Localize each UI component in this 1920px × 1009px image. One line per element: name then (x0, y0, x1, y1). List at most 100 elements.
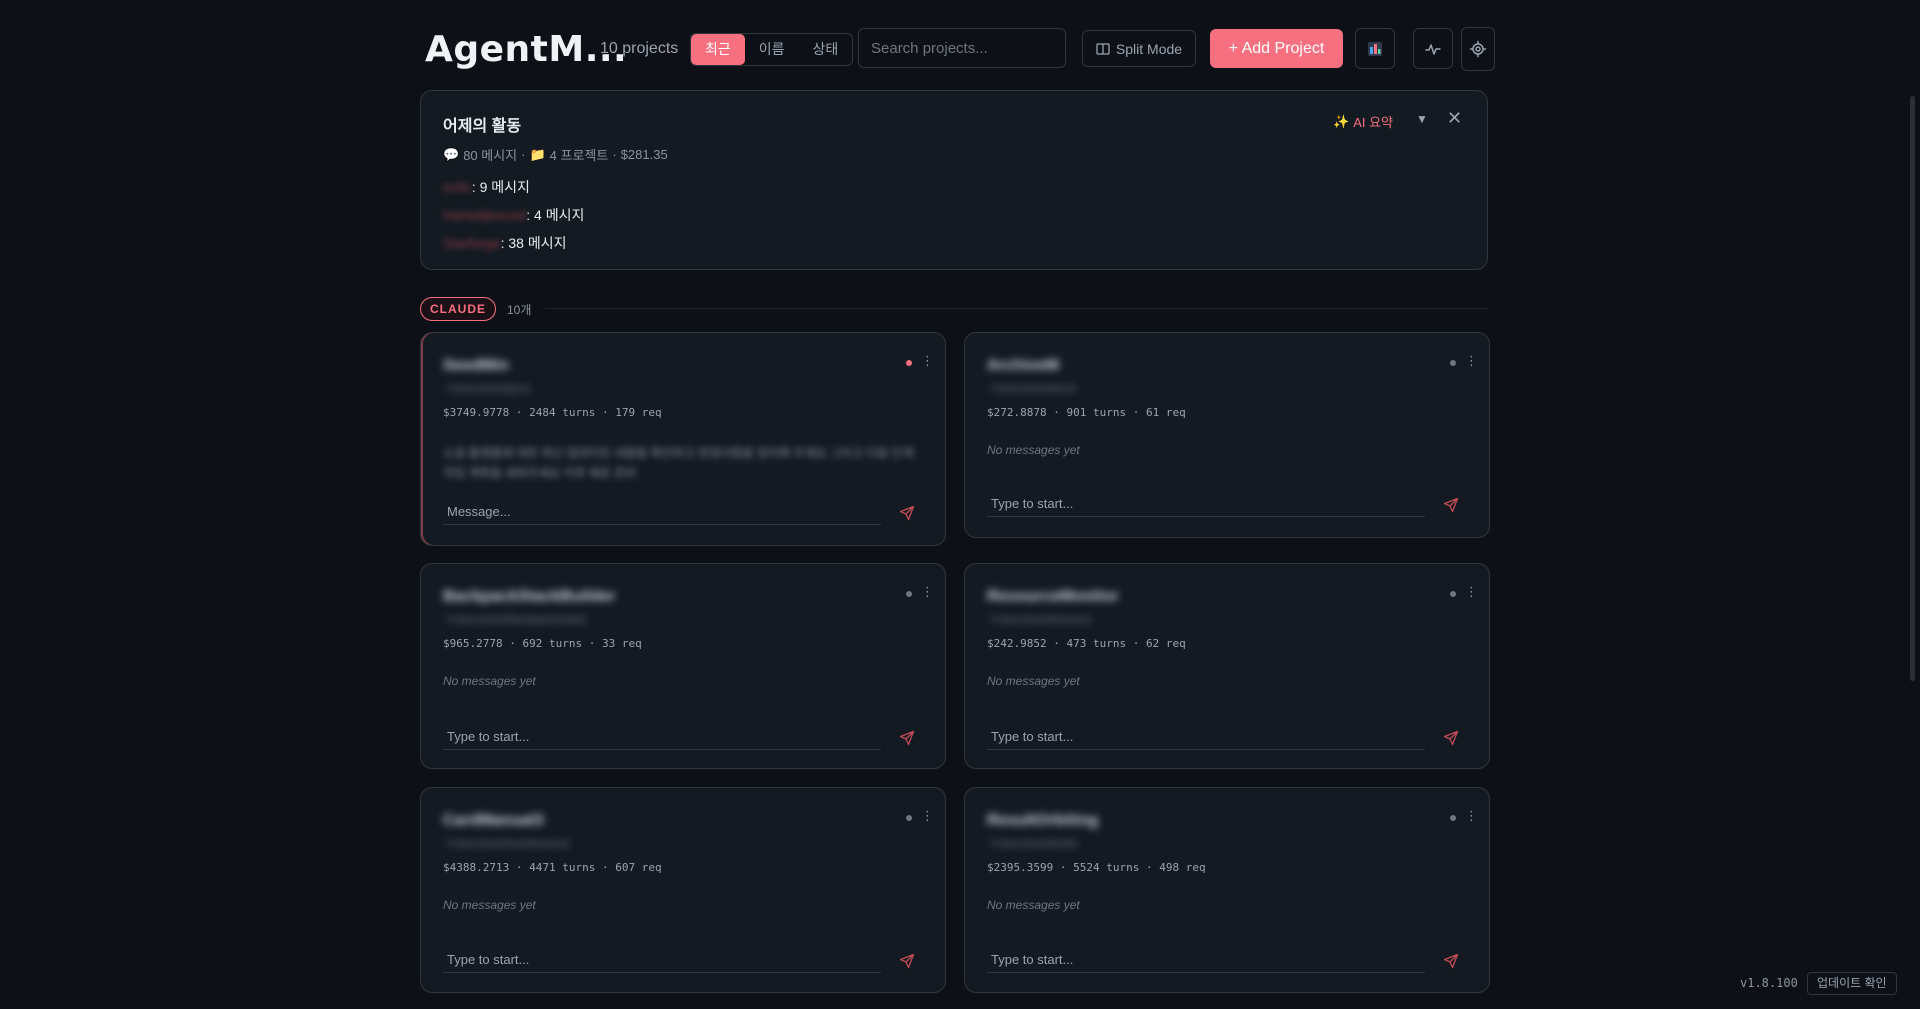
more-vertical-icon[interactable]: ⋮ (1465, 809, 1478, 823)
project-count: 10 projects (600, 40, 679, 57)
search-input[interactable] (858, 28, 1066, 68)
speech-bubble-icon: 💬 (443, 146, 460, 162)
project-turns: 473 turns (1066, 637, 1127, 650)
project-card[interactable]: SeedMin ~/Users/seed/proj ⋮ $3749.9778 ·… (420, 332, 946, 546)
page-scrollbar[interactable] (1910, 96, 1915, 681)
message-input[interactable] (443, 947, 881, 973)
project-stats: $272.8878 · 901 turns · 61 req (987, 406, 1186, 419)
settings-button[interactable] (1461, 27, 1495, 71)
project-card[interactable]: BackpackStackBuilder ~/Users/seed/backpa… (420, 563, 946, 769)
project-turns: 2484 turns (529, 406, 596, 419)
project-card[interactable]: CardManual3 ~/Users/seed/cardmanual ⋮ $4… (420, 787, 946, 993)
project-card[interactable]: ResultOrbiting ~/Users/seed/orbit ⋮ $239… (964, 787, 1490, 993)
status-dot (1450, 360, 1456, 366)
project-cost: $2395.3599 (987, 861, 1054, 874)
project-req: 179 req (615, 406, 662, 419)
message-input[interactable] (443, 724, 881, 750)
message-input[interactable] (987, 947, 1425, 973)
send-icon[interactable] (899, 730, 915, 746)
project-turns: 4471 turns (529, 861, 596, 874)
status-dot (906, 360, 912, 366)
project-path: ~/Users/seed/backpack/stack (443, 614, 587, 626)
claude-section-header: CLAUDE 10개 (420, 297, 1488, 321)
more-vertical-icon[interactable]: ⋮ (921, 585, 934, 599)
version-label: v1.8.100 (1740, 976, 1798, 990)
no-messages-text: No messages yet (443, 898, 536, 912)
sort-tabs: 최근 이름 상태 (690, 33, 854, 66)
project-stats: $965.2778 · 692 turns · 33 req (443, 637, 642, 650)
status-dot (906, 591, 912, 597)
activity-line: Starforge : 38 메시지 (443, 233, 566, 253)
activity-line: ncfic : 9 메시지 (443, 177, 530, 197)
project-stats: $2395.3599 · 5524 turns · 498 req (987, 861, 1206, 874)
send-icon[interactable] (1443, 953, 1459, 969)
activity-message-count: : 9 메시지 (471, 179, 530, 195)
project-cost: $4388.2713 (443, 861, 510, 874)
project-name: CardManual3 (443, 812, 544, 829)
close-icon[interactable]: ✕ (1447, 108, 1462, 129)
gear-icon (1469, 40, 1487, 58)
dashboard-button[interactable] (1355, 28, 1395, 69)
ai-summary-button[interactable]: ✨ AI 요약 (1333, 112, 1393, 131)
send-icon[interactable] (1443, 730, 1459, 746)
project-name: ArchiveM (987, 357, 1060, 374)
split-mode-button[interactable]: Split Mode (1082, 30, 1196, 67)
project-card[interactable]: ResourceMonitor ~/Users/seed/resmon ⋮ $2… (964, 563, 1490, 769)
project-turns: 901 turns (1066, 406, 1127, 419)
project-stats: $3749.9778 · 2484 turns · 179 req (443, 406, 662, 419)
message-input[interactable] (443, 499, 881, 525)
project-path: ~/Users/seed/arch (987, 383, 1077, 395)
more-vertical-icon[interactable]: ⋮ (921, 354, 934, 368)
sort-tab-status[interactable]: 상태 (799, 34, 853, 65)
project-path: ~/Users/seed/cardmanual (443, 838, 569, 850)
activity-message-count: : 4 메시지 (526, 207, 585, 223)
more-vertical-icon[interactable]: ⋮ (1465, 585, 1478, 599)
project-card[interactable]: ArchiveM ~/Users/seed/arch ⋮ $272.8878 ·… (964, 332, 1490, 538)
activity-button[interactable] (1413, 28, 1453, 69)
more-vertical-icon[interactable]: ⋮ (921, 809, 934, 823)
sort-tab-recent[interactable]: 최근 (691, 34, 745, 65)
activity-title: 어제의 활동 (443, 118, 522, 135)
sort-tab-name[interactable]: 이름 (745, 34, 799, 65)
no-messages-text: No messages yet (987, 898, 1080, 912)
project-name: SeedMin (443, 357, 509, 374)
send-icon[interactable] (899, 953, 915, 969)
message-input[interactable] (987, 491, 1425, 517)
collapse-triangle-icon[interactable]: ▼ (1416, 112, 1428, 126)
project-cost: $272.8878 (987, 406, 1047, 419)
status-dot (906, 815, 912, 821)
message-input[interactable] (987, 724, 1425, 750)
activity-message-count: : 38 메시지 (500, 235, 567, 251)
top-header: AgentM... 10 projects 최근 이름 상태 Split Mod… (420, 0, 1495, 98)
activity-pulse-icon (1425, 43, 1441, 55)
app-title: AgentM... (425, 29, 628, 70)
sparkles-icon: ✨ (1333, 113, 1350, 129)
project-path: ~/Users/seed/resmon (987, 614, 1092, 626)
send-icon[interactable] (899, 505, 915, 521)
project-turns: 692 turns (522, 637, 583, 650)
section-badge: CLAUDE (420, 297, 496, 321)
status-dot (1450, 815, 1456, 821)
check-update-button[interactable]: 업데이트 확인 (1807, 972, 1897, 995)
project-name: BackpackStackBuilder (443, 588, 616, 605)
more-vertical-icon[interactable]: ⋮ (1465, 354, 1478, 368)
project-req: 62 req (1145, 637, 1186, 650)
dashboard-icon (1368, 41, 1382, 56)
project-stats: $4388.2713 · 4471 turns · 607 req (443, 861, 662, 874)
activity-line: Hartelijkscool : 4 메시지 (443, 205, 584, 225)
columns-icon (1096, 42, 1110, 55)
folder-icon: 📁 (529, 146, 546, 162)
project-stats: $242.9852 · 473 turns · 62 req (987, 637, 1186, 650)
project-name: ResultOrbiting (987, 812, 1099, 829)
main-container: AgentM... 10 projects 최근 이름 상태 Split Mod… (420, 0, 1495, 993)
activity-project-name: Hartelijkscool (443, 207, 527, 223)
send-icon[interactable] (1443, 497, 1459, 513)
activity-projects: 4 프로젝트 (549, 148, 609, 163)
ai-summary-label: AI 요약 (1353, 115, 1394, 130)
split-mode-label: Split Mode (1115, 40, 1183, 57)
project-cost: $242.9852 (987, 637, 1047, 650)
last-message-preview: 소셜 플랫폼에 대한 최신 업데이트 내용을 확인하고 변경사항을 정리해 주세… (443, 446, 914, 480)
add-project-button[interactable]: + Add Project (1210, 29, 1343, 68)
project-cost: $965.2778 (443, 637, 503, 650)
activity-project-name: Starforge (443, 235, 501, 251)
